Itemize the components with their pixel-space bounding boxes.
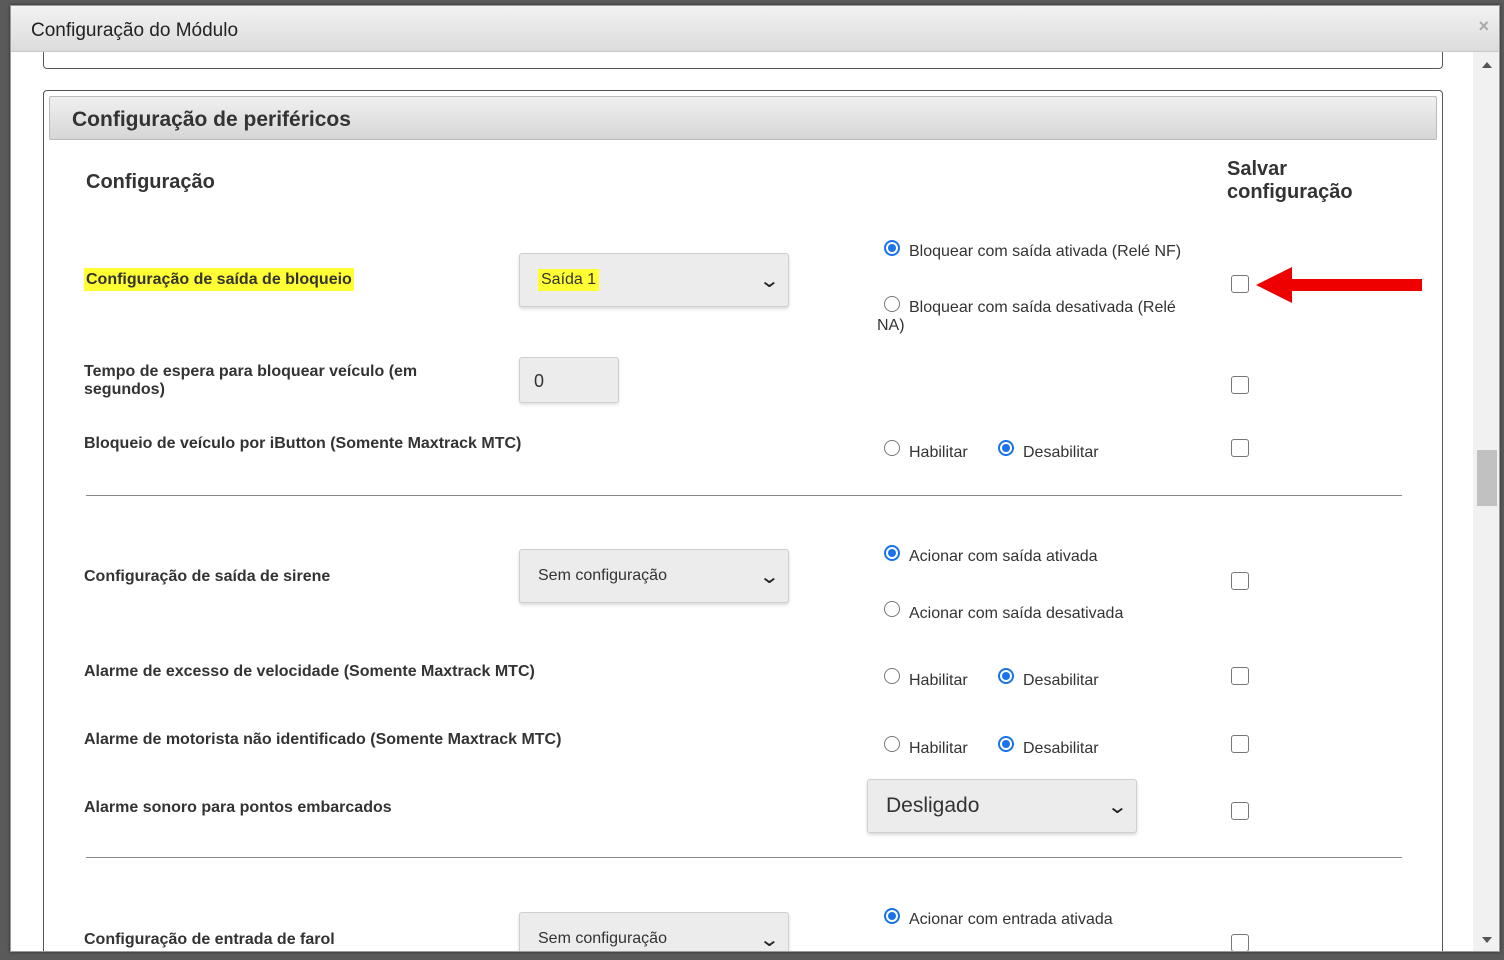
headlight-input-label: Configuração de entrada de farol [84,931,335,948]
scrollbar-thumb[interactable] [1477,450,1497,506]
scroll-down-icon[interactable] [1482,937,1492,943]
save-checkbox-wait-time[interactable] [1231,376,1249,394]
modal-header: Configuração do Módulo × [11,6,1499,52]
blocking-output-label: Configuração de saída de bloqueio [84,268,354,291]
headlight-input-select-value: Sem configuração [538,930,667,947]
sound-alarm-select[interactable]: Desligado ⌄ [867,779,1137,833]
radio-siren-active-label: Acionar com saída ativada [909,548,1098,565]
column-header-save: Salvar configuração [1227,158,1353,203]
sound-alarm-label: Alarme sonoro para pontos embarcados [84,799,392,816]
radio-driver-enable[interactable] [884,736,900,752]
save-checkbox-speed[interactable] [1231,667,1249,685]
modal-body: Configuração de periféricos Configuração… [11,52,1473,951]
column-header-config: Configuração [86,171,215,193]
radio-speed-enable[interactable] [884,668,900,684]
previous-panel [43,52,1443,69]
radio-driver-disable[interactable] [998,736,1014,752]
save-checkbox-siren[interactable] [1231,572,1249,590]
wait-time-value: 0 [534,371,545,391]
close-icon[interactable]: × [1478,16,1489,37]
chevron-down-icon: ⌄ [758,566,781,588]
sound-alarm-select-value: Desligado [886,794,980,817]
modal-title: Configuração do Módulo [31,20,239,41]
section-divider [86,857,1402,858]
ibutton-block-label: Bloqueio de veículo por iButton (Somente… [84,435,522,452]
siren-output-select-value: Sem configuração [538,567,667,584]
save-checkbox-headlight[interactable] [1231,934,1249,951]
panel-header: Configuração de periféricos [49,96,1437,140]
radio-block-active[interactable] [884,240,900,256]
save-checkbox-driver[interactable] [1231,735,1249,753]
radio-headlight-active[interactable] [884,908,900,924]
wait-time-input[interactable]: 0 [519,357,619,403]
red-arrow-shape [1256,267,1422,303]
vertical-scrollbar[interactable] [1473,52,1499,951]
module-config-modal: Configuração do Módulo × Configuração de… [10,5,1500,952]
radio-block-inactive-label: Bloquear com saída desativada (Relé NA) [877,299,1176,334]
peripherals-panel: Configuração de periféricos Configuração… [43,90,1443,951]
radio-speed-disable[interactable] [998,668,1014,684]
panel-title: Configuração de periféricos [72,108,351,131]
save-checkbox-sound[interactable] [1231,802,1249,820]
siren-output-select[interactable]: Sem configuração ⌄ [519,549,789,603]
save-checkbox-ibutton[interactable] [1231,439,1249,457]
scroll-up-icon[interactable] [1482,62,1492,68]
radio-driver-enable-label: Habilitar [909,740,968,757]
blocking-output-select[interactable]: Saída 1 ⌄ [519,253,789,307]
driver-alarm-label: Alarme de motorista não identificado (So… [84,731,562,748]
headlight-input-select[interactable]: Sem configuração ⌄ [519,912,789,951]
blocking-output-label-text: Configuração de saída de bloqueio [84,268,354,291]
radio-ibutton-enable-label: Habilitar [909,444,968,461]
radio-siren-inactive[interactable] [884,601,900,617]
siren-output-label: Configuração de saída de sirene [84,568,331,585]
radio-speed-disable-label: Desabilitar [1023,672,1099,689]
speed-alarm-label: Alarme de excesso de velocidade (Somente… [84,663,535,680]
blocking-output-select-value: Saída 1 [538,269,600,291]
section-divider [86,495,1402,496]
radio-ibutton-disable-label: Desabilitar [1023,444,1099,461]
radio-siren-active[interactable] [884,545,900,561]
red-arrow-icon [1256,267,1422,303]
wait-time-label: Tempo de espera para bloquear veículo (e… [84,363,418,398]
radio-ibutton-disable[interactable] [998,440,1014,456]
chevron-down-icon: ⌄ [758,270,781,292]
radio-driver-disable-label: Desabilitar [1023,740,1099,757]
radio-ibutton-enable[interactable] [884,440,900,456]
chevron-down-icon: ⌄ [758,929,781,951]
radio-speed-enable-label: Habilitar [909,672,968,689]
save-checkbox-blocking[interactable] [1231,275,1249,293]
radio-headlight-active-label: Acionar com entrada ativada [909,911,1113,928]
radio-siren-inactive-label: Acionar com saída desativada [909,605,1124,622]
chevron-down-icon: ⌄ [1106,796,1129,818]
radio-block-active-label: Bloquear com saída ativada (Relé NF) [909,243,1182,260]
